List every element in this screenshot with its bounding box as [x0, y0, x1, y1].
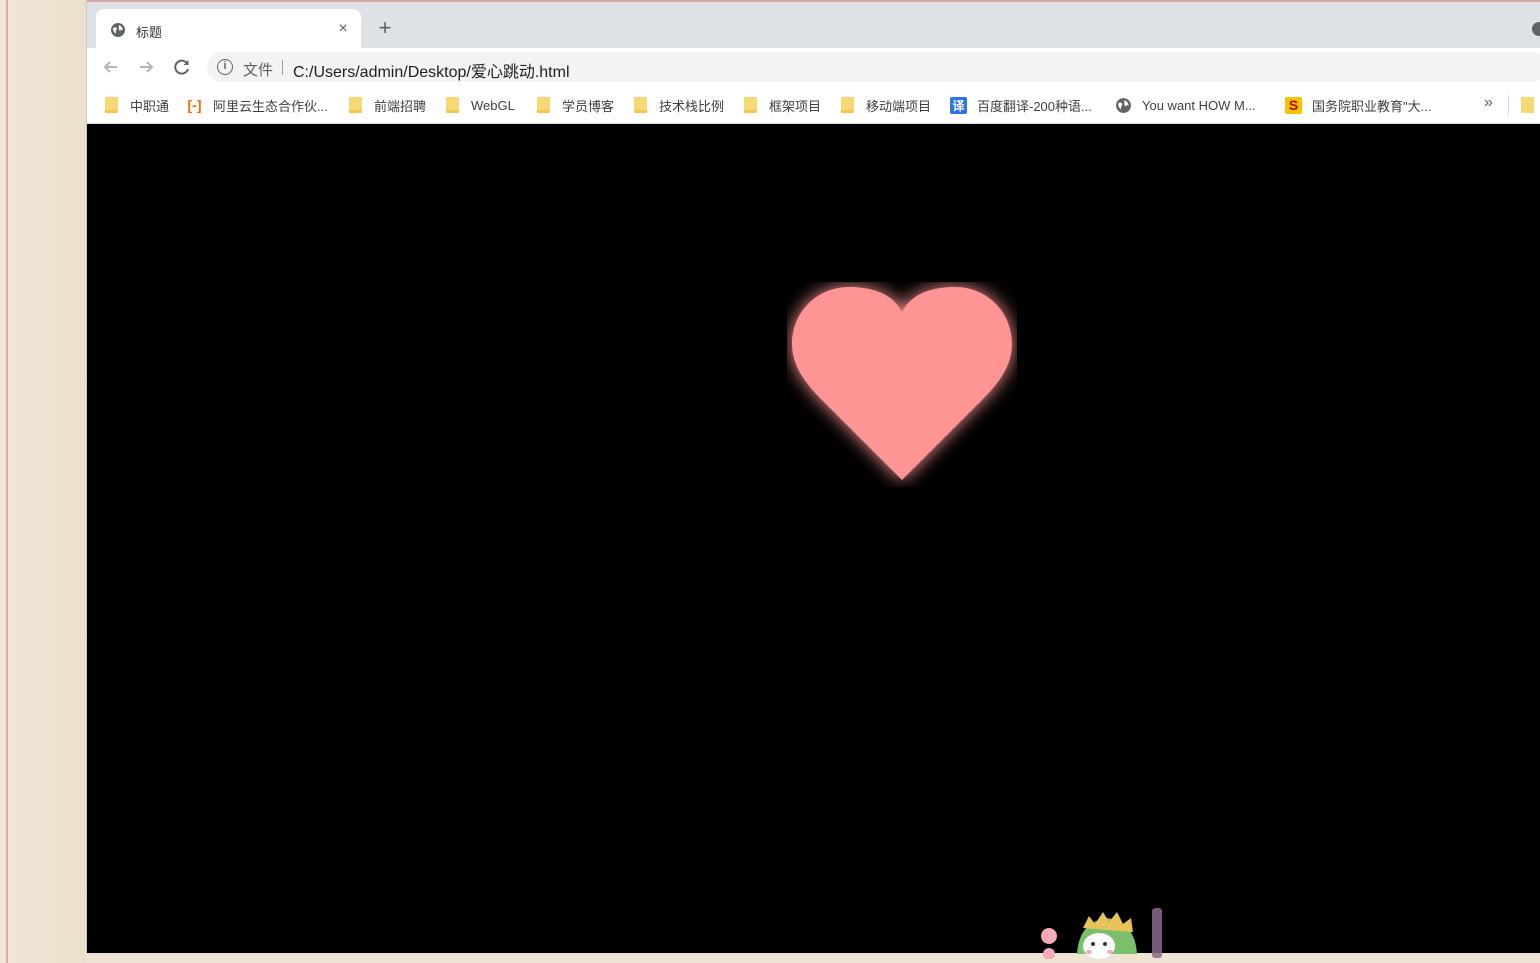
bookmark-item[interactable]: 学员博客: [537, 95, 614, 115]
bookmark-item[interactable]: 译 百度翻译-200种语...: [950, 95, 1092, 115]
desktop-background-left: [0, 0, 86, 963]
bookmark-label: 框架项目: [769, 98, 822, 114]
arrow-left-icon: [103, 61, 117, 73]
bookmark-item[interactable]: 移动端项目: [841, 95, 931, 115]
bookmark-label: WebGL: [471, 97, 515, 113]
folder-icon: [349, 97, 362, 113]
url-text[interactable]: C:/Users/admin/Desktop/爱心跳动.html: [293, 58, 570, 82]
bookmark-label: 学员博客: [562, 98, 615, 114]
bookmark-label: 中职通: [130, 98, 170, 114]
globe-icon: [111, 23, 125, 37]
toolbar: i 文件 C:/Users/admin/Desktop/爱心跳动.html: [87, 48, 1540, 86]
bookmark-label: 移动端项目: [866, 98, 932, 114]
scheme-label: 文件: [243, 62, 274, 79]
close-icon[interactable]: ×: [335, 21, 351, 37]
bookmark-label: 阿里云生态合作伙...: [213, 98, 328, 114]
window-control-icon[interactable]: [1532, 22, 1540, 36]
bookmark-item[interactable]: S 国务院职业教育"大...: [1285, 95, 1431, 115]
bookmark-item[interactable]: WebGL: [446, 95, 515, 115]
bookmarks-bar: 中职通 [-] 阿里云生态合作伙... 前端招聘 WebGL 学员博客 技术栈比…: [87, 86, 1540, 124]
bookmark-label: 技术栈比例: [659, 98, 725, 114]
folder-icon: [744, 97, 757, 113]
arrow-right-icon: [140, 61, 154, 73]
bookmark-item[interactable]: 中职通: [105, 95, 169, 115]
folder-icon: [537, 97, 550, 113]
bookmark-label: 前端招聘: [374, 98, 427, 114]
tab-title: 标题: [136, 25, 163, 40]
folder-icon: [634, 97, 647, 113]
bookmark-label: 国务院职业教育"大...: [1312, 98, 1432, 114]
folder-icon: [105, 97, 118, 113]
reload-icon: [174, 59, 189, 75]
globe-icon: [1116, 97, 1131, 113]
back-button[interactable]: [100, 56, 122, 78]
s-icon: S: [1285, 96, 1302, 114]
bookmarks-divider: [1508, 95, 1509, 115]
reload-button[interactable]: [171, 56, 193, 78]
other-bookmarks-folder-icon[interactable]: [1521, 97, 1534, 113]
heart-shape: [792, 287, 1012, 480]
desktop-background-bottom: [86, 953, 1540, 963]
bookmark-item[interactable]: [-] 阿里云生态合作伙...: [186, 95, 328, 115]
new-tab-button[interactable]: +: [374, 17, 396, 40]
bookmark-item[interactable]: You want HOW M...: [1115, 95, 1256, 115]
bookmark-label: 百度翻译-200种语...: [977, 98, 1092, 114]
bookmark-item[interactable]: 前端招聘: [349, 95, 426, 115]
bookmarks-overflow-button[interactable]: »: [1484, 94, 1493, 112]
address-separator: [282, 60, 283, 75]
aliyun-icon: [-]: [187, 97, 202, 113]
address-bar[interactable]: i 文件 C:/Users/admin/Desktop/爱心跳动.html: [207, 52, 1540, 82]
folder-icon: [446, 97, 459, 113]
baidu-translate-icon: 译: [950, 96, 967, 114]
tab-strip: 标题 × +: [87, 0, 1540, 50]
browser-window: 标题 × + i 文件 C:/Users/admin/Desktop/爱心跳动.…: [86, 0, 1540, 959]
mascot-sticker: [1041, 908, 1162, 959]
forward-button[interactable]: [135, 56, 157, 78]
bookmark-item[interactable]: 技术栈比例: [634, 95, 724, 115]
page-content: [87, 124, 1540, 959]
tab-active[interactable]: 标题 ×: [96, 9, 361, 50]
bookmark-item[interactable]: 框架项目: [744, 95, 821, 115]
bookmark-label: You want HOW M...: [1142, 97, 1256, 113]
desktop-edge-line: [6, 0, 8, 963]
folder-icon: [841, 97, 854, 113]
info-icon[interactable]: i: [217, 59, 233, 75]
